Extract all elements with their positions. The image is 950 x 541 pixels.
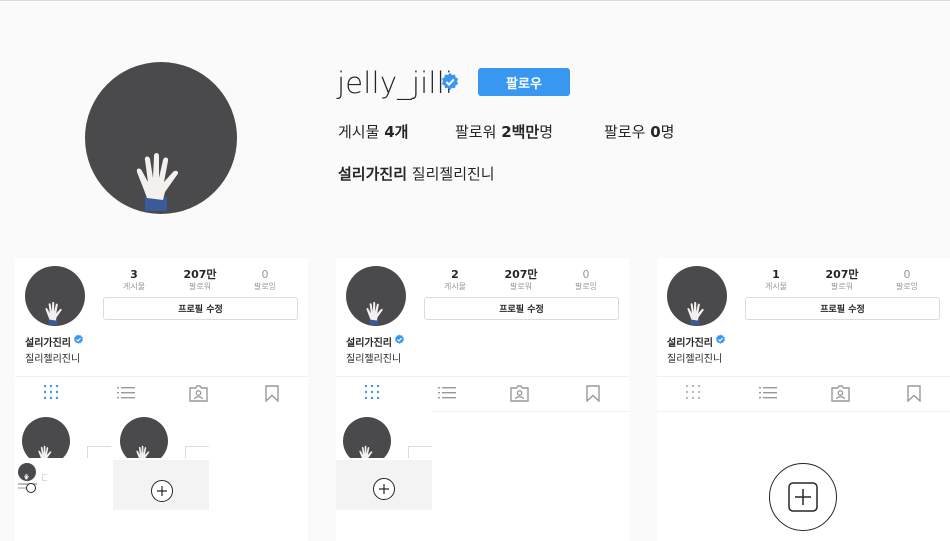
panel-following-label: 팔로잉 [574,282,598,291]
follow-button[interactable]: 팔로우 [478,68,570,96]
posts-label: 게시물 [338,123,380,141]
tagged-icon[interactable] [189,385,208,402]
followers-stat[interactable]: 팔로워 2백만명 [455,121,553,142]
edit-profile-button: 프로필 수정 [745,297,940,320]
following-unit: 명 [660,123,675,141]
list-icon[interactable] [117,385,135,401]
profile-tabs [336,376,629,412]
panel-avatar [667,266,727,326]
panel-following-label: 팔로잉 [253,282,277,291]
tagged-icon[interactable] [510,385,529,402]
panel-avatar [346,266,406,326]
panel-followers-stat: 207만 팔로워 [812,268,872,292]
grid-icon[interactable] [365,385,381,401]
following-label: 팔로우 [604,123,646,141]
panel-bio: 질리젤리진니 [25,354,81,365]
panel-posts-stat: 1 게시물 [746,268,806,292]
profile-tabs [15,376,308,412]
following-stat[interactable]: 팔로우 0명 [604,121,674,142]
hand-image [359,445,373,458]
add-icon[interactable] [769,463,837,531]
username: jelly_jilli [337,66,454,100]
tagged-icon[interactable] [831,385,850,402]
panel-followers-count: 207만 [825,268,859,281]
verified-badge-icon [73,334,84,344]
posts-count: 4개 [384,123,409,141]
add-icon [151,480,173,502]
panel-bio: 질리젤리진니 [667,354,723,365]
profile-avatar[interactable] [85,62,237,214]
edit-profile-button: 프로필 수정 [103,297,298,320]
panel-posts-count: 3 [130,268,138,281]
posts-stat: 게시물 4개 [338,121,408,142]
verified-badge-icon [394,334,405,344]
panel-posts-label: 게시물 [443,282,467,291]
hand-image [136,445,150,458]
hand-image [45,301,62,325]
hand-image [38,445,52,458]
hand-image [687,301,704,325]
panel-following-count: 0 [261,268,269,281]
panel-posts-count: 2 [451,268,459,281]
following-count: 0 [650,123,661,141]
full-name: 설리가진리 [338,165,408,183]
verified-badge-icon [715,334,726,344]
list-icon[interactable] [759,385,777,401]
panel-name: 설리가진리 [346,338,392,349]
panel-posts-count: 1 [772,268,780,281]
followers-unit: 명 [539,123,554,141]
panel-followers-count: 207만 [183,268,217,281]
panel-followers-label: 팔로워 [830,282,854,291]
panel-avatar [25,266,85,326]
panel-followers-stat: 207만 팔로워 [170,268,230,292]
verified-badge-icon [441,73,459,90]
grid-icon[interactable] [686,385,702,401]
panel-followers-count: 207만 [504,268,538,281]
panel-name: 설리가진리 [25,338,71,349]
post-thumbnail[interactable]: 3 게시물 207만 팔로워 0 팔로잉 프로필 수정 설리가진리 질리젤리진니 [15,258,308,541]
add-icon [26,483,36,493]
bookmark-icon[interactable] [586,385,600,402]
top-divider [0,0,950,1]
panel-following-stat: 0 팔로잉 [235,268,295,292]
panel-following-stat: 0 팔로잉 [877,268,937,292]
panel-posts-label: 게시물 [122,282,146,291]
post-thumbnail[interactable]: 2 게시물 207만 팔로워 0 팔로잉 프로필 수정 설리가진리 질리젤리진니 [336,258,629,541]
panel-posts-label: 게시물 [764,282,788,291]
profile-tabs [657,376,950,412]
panel-posts-stat: 3 게시물 [104,268,164,292]
followers-count: 2백만 [501,123,540,141]
edit-profile-button: 프로필 수정 [424,297,619,320]
grid-icon[interactable] [44,385,60,401]
followers-label: 팔로워 [455,123,497,141]
bio-text: 질리젤리진니 [411,165,495,183]
nested-screenshot [336,410,432,458]
list-icon[interactable] [438,385,456,401]
panel-posts-stat: 2 게시물 [425,268,485,292]
panel-followers-label: 팔로워 [188,282,212,291]
panel-followers-label: 팔로워 [509,282,533,291]
profile-bio-line: 설리가진리 질리젤리진니 [338,163,495,184]
nested-screenshot [15,410,111,458]
hand-image [136,153,179,211]
bookmark-icon[interactable] [907,385,921,402]
hand-image [23,473,29,481]
panel-following-count: 0 [903,268,911,281]
panel-following-count: 0 [582,268,590,281]
panel-following-label: 팔로잉 [895,282,919,291]
panel-following-stat: 0 팔로잉 [556,268,616,292]
panel-followers-stat: 207만 팔로워 [491,268,551,292]
bookmark-icon[interactable] [265,385,279,402]
panel-name: 설리가진리 [667,338,713,349]
post-thumbnail[interactable]: 1 게시물 207만 팔로워 0 팔로잉 프로필 수정 설리가진리 질리젤리진니 [657,258,950,541]
panel-bio: 질리젤리진니 [346,354,402,365]
hand-image [366,301,383,325]
add-icon [373,478,395,500]
nested-screenshot [113,410,209,458]
